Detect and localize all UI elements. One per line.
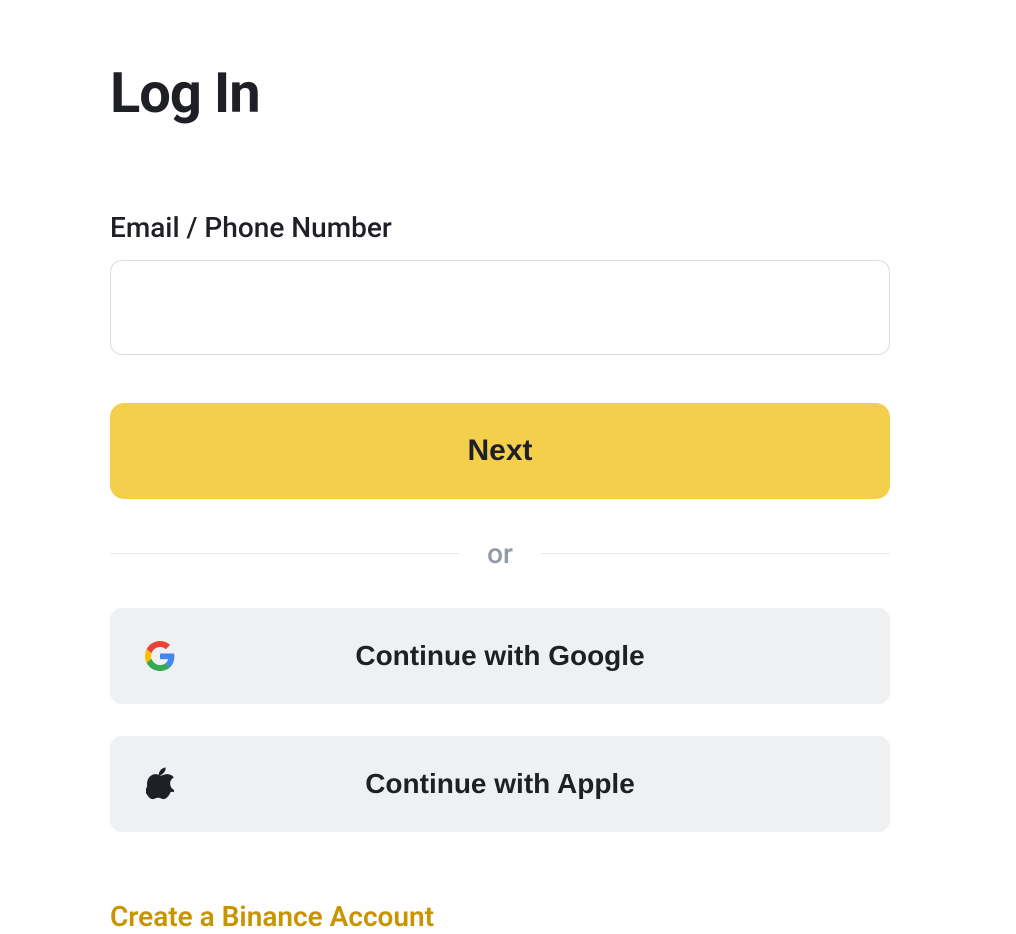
create-account-link[interactable]: Create a Binance Account <box>110 900 434 933</box>
next-button[interactable]: Next <box>110 403 890 499</box>
continue-apple-button[interactable]: Continue with Apple <box>110 736 890 832</box>
divider-line-right <box>541 553 890 554</box>
continue-google-button[interactable]: Continue with Google <box>110 608 890 704</box>
email-input[interactable] <box>110 260 890 355</box>
email-label: Email / Phone Number <box>110 211 890 244</box>
divider-line-left <box>110 553 459 554</box>
divider-text: or <box>459 537 541 570</box>
divider: or <box>110 537 890 570</box>
login-container: Log In Email / Phone Number Next or Cont… <box>0 0 1000 933</box>
page-title: Log In <box>110 60 890 126</box>
apple-button-label: Continue with Apple <box>365 768 635 800</box>
google-icon <box>144 640 176 672</box>
apple-icon <box>144 768 176 800</box>
google-button-label: Continue with Google <box>355 640 644 672</box>
